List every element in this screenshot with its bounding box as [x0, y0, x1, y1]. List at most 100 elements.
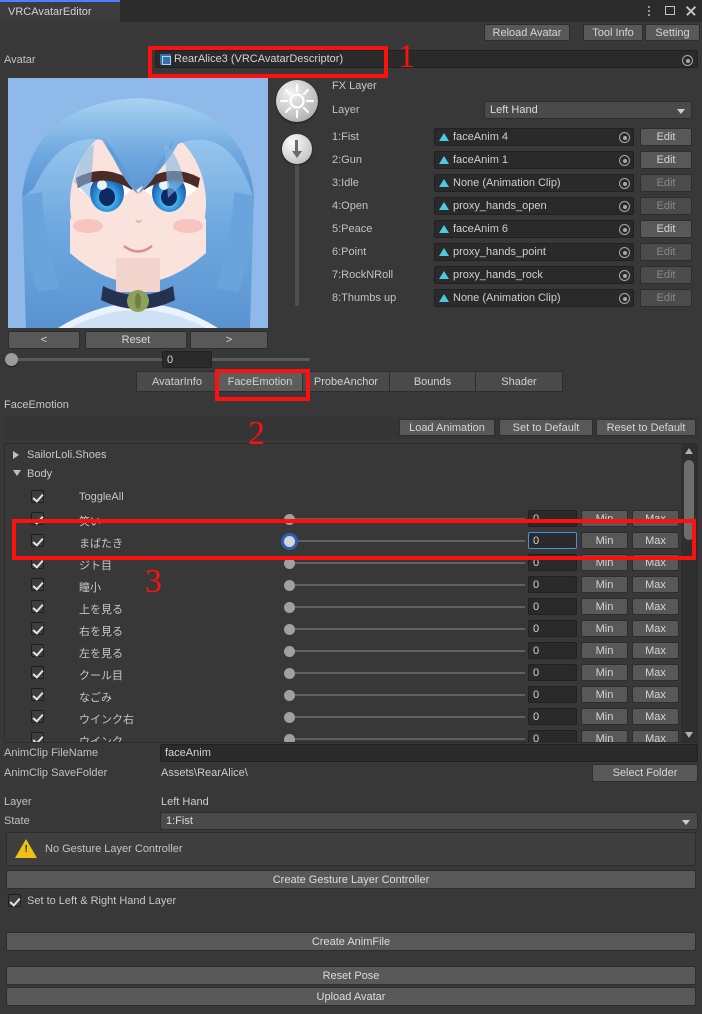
- light-sun-icon[interactable]: [276, 80, 318, 122]
- toggle-all-checkbox[interactable]: [31, 490, 44, 503]
- preview-vertical-slider-handle[interactable]: [282, 134, 312, 164]
- fx-layer-dropdown[interactable]: Left Hand: [484, 101, 692, 119]
- blendshape-slider-track[interactable]: [289, 606, 525, 608]
- animclip-filename-input[interactable]: faceAnim: [160, 744, 698, 762]
- blendshape-min-button[interactable]: Min: [581, 730, 628, 742]
- blendshape-checkbox[interactable]: [31, 710, 44, 723]
- blendshape-value-field[interactable]: 0: [528, 730, 577, 742]
- object-picker-icon[interactable]: [619, 293, 630, 304]
- window-tab-vrcavatareditor[interactable]: VRCAvatarEditor: [0, 0, 120, 22]
- blendshape-value-field[interactable]: 0: [528, 532, 577, 549]
- blendshape-checkbox[interactable]: [31, 512, 44, 525]
- blendshape-slider-track[interactable]: [289, 584, 525, 586]
- chevron-down-icon[interactable]: [13, 470, 21, 476]
- blendshape-value-field[interactable]: 0: [528, 620, 577, 637]
- set-to-left-right-hand-layer-checkbox[interactable]: [8, 894, 21, 907]
- menu-dots-icon[interactable]: [642, 4, 656, 18]
- scroll-up-arrow-icon[interactable]: [685, 448, 693, 454]
- tool-info-button[interactable]: Tool Info: [583, 24, 643, 41]
- blendshape-min-button[interactable]: Min: [581, 620, 628, 637]
- blendshape-checkbox[interactable]: [31, 732, 44, 742]
- reset-to-default-button[interactable]: Reset to Default: [596, 419, 696, 436]
- blendshape-slider-track[interactable]: [289, 540, 525, 542]
- blendshape-max-button[interactable]: Max: [632, 532, 679, 549]
- reset-pose-button[interactable]: Reset Pose: [6, 966, 696, 985]
- blendshape-value-field[interactable]: 0: [528, 576, 577, 593]
- blendshape-checkbox[interactable]: [31, 666, 44, 679]
- object-picker-icon[interactable]: [619, 247, 630, 258]
- blendshape-slider-track[interactable]: [289, 672, 525, 674]
- blendshape-value-field[interactable]: 0: [528, 708, 577, 725]
- create-animfile-button[interactable]: Create AnimFile: [6, 932, 696, 951]
- blendshape-min-button[interactable]: Min: [581, 664, 628, 681]
- blendshape-slider-track[interactable]: [289, 562, 525, 564]
- blendshape-max-button[interactable]: Max: [632, 620, 679, 637]
- blendshape-min-button[interactable]: Min: [581, 554, 628, 571]
- state-dropdown[interactable]: 1:Fist: [160, 812, 698, 830]
- blendshape-slider-track[interactable]: [289, 716, 525, 718]
- blendshape-slider-track[interactable]: [289, 694, 525, 696]
- fx-row-clip-field[interactable]: faceAnim 1: [434, 151, 634, 169]
- blendshape-value-field[interactable]: 0: [528, 686, 577, 703]
- blendshape-max-button[interactable]: Max: [632, 664, 679, 681]
- preview-zoom-slider-track[interactable]: [10, 358, 310, 361]
- object-picker-icon[interactable]: [682, 55, 693, 66]
- maximize-icon[interactable]: [663, 4, 677, 18]
- fx-row-clip-field[interactable]: proxy_hands_open: [434, 197, 634, 215]
- blendshape-slider-knob[interactable]: [284, 646, 295, 657]
- tab-probeanchor[interactable]: ProbeAnchor: [303, 371, 390, 392]
- blendshape-checkbox[interactable]: [31, 688, 44, 701]
- blendshape-max-button[interactable]: Max: [632, 642, 679, 659]
- create-gesture-layer-controller-button[interactable]: Create Gesture Layer Controller: [6, 870, 696, 889]
- load-animation-button[interactable]: Load Animation: [399, 419, 495, 436]
- fx-row-clip-field[interactable]: faceAnim 4: [434, 128, 634, 146]
- blendshape-slider-track[interactable]: [289, 628, 525, 630]
- blendshape-value-field[interactable]: 0: [528, 554, 577, 571]
- tree-group-sailorloli-shoes[interactable]: SailorLoli.Shoes: [5, 446, 681, 465]
- blendshape-checkbox[interactable]: [31, 600, 44, 613]
- tab-shader[interactable]: Shader: [476, 371, 563, 392]
- scrollbar-thumb[interactable]: [684, 460, 694, 540]
- blendshape-min-button[interactable]: Min: [581, 708, 628, 725]
- blendshape-max-button[interactable]: Max: [632, 598, 679, 615]
- set-to-default-button[interactable]: Set to Default: [499, 419, 593, 436]
- blendshape-slider-track[interactable]: [289, 738, 525, 740]
- blendshape-min-button[interactable]: Min: [581, 576, 628, 593]
- scroll-down-arrow-icon[interactable]: [685, 732, 693, 738]
- blendshape-slider-track[interactable]: [289, 518, 525, 520]
- close-icon[interactable]: [684, 4, 698, 18]
- blendshape-slider-knob[interactable]: [284, 712, 295, 723]
- blendshape-checkbox[interactable]: [31, 534, 44, 547]
- avatar-object-field[interactable]: RearAlice3 (VRCAvatarDescriptor): [155, 50, 698, 68]
- blendshape-slider-knob[interactable]: [284, 690, 295, 701]
- blendshape-min-button[interactable]: Min: [581, 510, 628, 527]
- blendshape-checkbox[interactable]: [31, 578, 44, 591]
- upload-avatar-button[interactable]: Upload Avatar: [6, 987, 696, 1006]
- object-picker-icon[interactable]: [619, 201, 630, 212]
- blendshape-min-button[interactable]: Min: [581, 598, 628, 615]
- fx-row-clip-field[interactable]: proxy_hands_point: [434, 243, 634, 261]
- fx-row-edit-button[interactable]: Edit: [640, 220, 692, 238]
- fx-row-edit-button[interactable]: Edit: [640, 128, 692, 146]
- preview-vertical-slider-track[interactable]: [295, 140, 299, 306]
- blendshape-max-button[interactable]: Max: [632, 730, 679, 742]
- blendshape-checkbox[interactable]: [31, 556, 44, 569]
- blendshape-slider-knob[interactable]: [284, 734, 295, 742]
- tab-faceemotion[interactable]: FaceEmotion: [218, 371, 303, 392]
- object-picker-icon[interactable]: [619, 224, 630, 235]
- tab-avatarinfo[interactable]: AvatarInfo: [136, 371, 218, 392]
- fx-row-clip-field[interactable]: proxy_hands_rock: [434, 266, 634, 284]
- blendshape-checkbox[interactable]: [31, 644, 44, 657]
- blendshape-checkbox[interactable]: [31, 622, 44, 635]
- object-picker-icon[interactable]: [619, 270, 630, 281]
- fx-row-clip-field[interactable]: faceAnim 6: [434, 220, 634, 238]
- blendshape-slider-knob[interactable]: [284, 558, 295, 569]
- blendshape-max-button[interactable]: Max: [632, 686, 679, 703]
- preview-next-button[interactable]: >: [190, 331, 268, 349]
- object-picker-icon[interactable]: [619, 155, 630, 166]
- tree-group-body[interactable]: Body: [5, 465, 681, 484]
- blendshape-max-button[interactable]: Max: [632, 554, 679, 571]
- preview-zoom-value-field[interactable]: 0: [162, 351, 212, 368]
- chevron-right-icon[interactable]: [13, 451, 19, 459]
- preview-zoom-slider-knob[interactable]: [5, 353, 18, 366]
